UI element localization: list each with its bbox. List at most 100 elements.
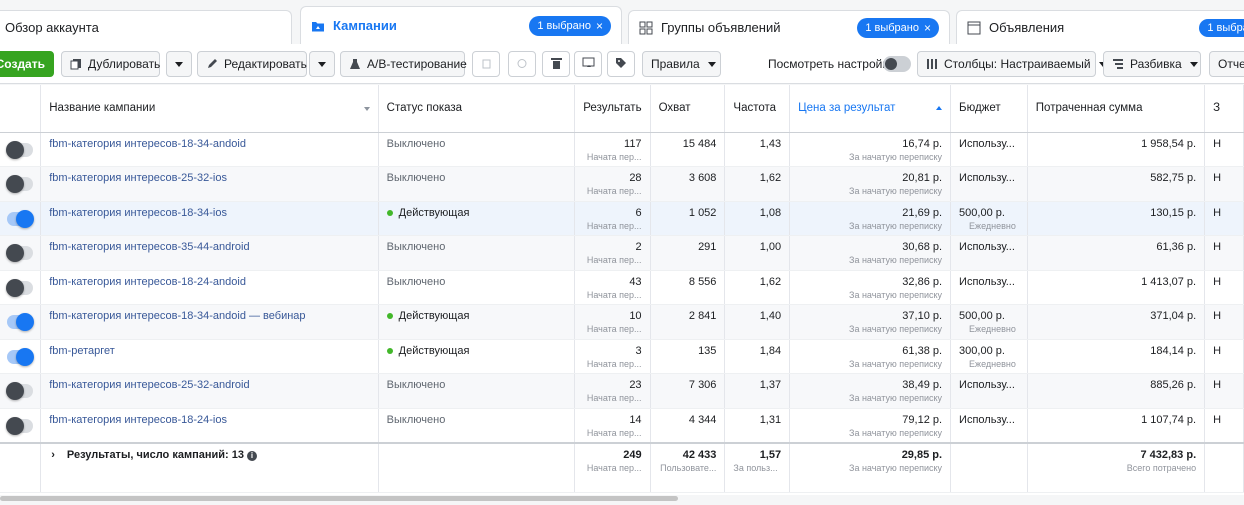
column-header-frequency[interactable]: Частота: [724, 85, 791, 133]
selected-pill[interactable]: 1 выбрано ×: [857, 17, 939, 38]
sort-ascending-icon[interactable]: [936, 106, 943, 111]
tab-account-overview[interactable]: Обзор аккаунта: [0, 10, 292, 44]
campaign-row[interactable]: fbm-категория интересов-35-44-android Вык…: [0, 235, 1244, 271]
horizontal-scrollbar[interactable]: [0, 496, 678, 501]
campaign-row[interactable]: fbm-категория интересов-25-32-android Вык…: [0, 373, 1244, 409]
results-cell: 10 Начата пер...: [574, 304, 651, 340]
column-header-reach[interactable]: Охват: [650, 85, 726, 133]
delivery-status: Выключено: [386, 172, 446, 184]
cost-value: 32,86 р.: [902, 275, 943, 288]
campaign-row[interactable]: fbm-ретаргет Действующая 3 Начата пер... 135…: [0, 339, 1244, 374]
campaign-name-link[interactable]: fbm-категория интересов-18-24-ios: [49, 414, 227, 426]
campaign-row[interactable]: fbm-категория интересов-18-34-andoid — в…: [0, 304, 1244, 340]
campaign-name-link[interactable]: fbm-категория интересов-18-34-ios: [49, 207, 227, 219]
campaign-name-link[interactable]: fbm-категория интересов-25-32-android: [49, 379, 249, 391]
pencil-icon: [206, 58, 218, 70]
campaign-row[interactable]: fbm-категория интересов-18-34-ios Действу…: [0, 201, 1244, 236]
extra-cell: Н: [1204, 339, 1244, 374]
campaign-toggle[interactable]: [6, 416, 34, 435]
extra-value: Н: [1213, 275, 1222, 288]
frequency-cell: 1,31: [724, 408, 791, 443]
breakdown-dropdown[interactable]: Разбивка: [1103, 51, 1201, 77]
frequency-value: 1,40: [759, 310, 782, 322]
cost-per-result-cell: 61,38 р. За начатую переписку: [789, 339, 952, 374]
ab-test-button[interactable]: A/B-тестирование: [340, 51, 467, 77]
results-value: 117: [624, 137, 642, 150]
columns-dropdown[interactable]: Столбцы: Настраиваемый: [917, 51, 1107, 77]
delete-disabled-button[interactable]: [472, 51, 500, 77]
campaign-name-link[interactable]: fbm-категория интересов-35-44-android: [49, 241, 249, 253]
tab-campaigns[interactable]: Кампании 1 выбрано ×: [300, 6, 622, 44]
column-header-cost-per-result[interactable]: Цена за результат: [789, 85, 952, 133]
edit-button[interactable]: Редактировать: [197, 51, 307, 77]
column-header-extra[interactable]: З: [1204, 85, 1244, 133]
edit-dropdown[interactable]: [309, 51, 335, 77]
frequency-cell: 1,00: [724, 235, 791, 271]
campaign-toggle[interactable]: [7, 347, 35, 366]
results-cell: 43 Начата пер...: [574, 270, 651, 305]
campaign-toggle[interactable]: [6, 244, 34, 263]
campaign-name-cell: fbm-категория интересов-18-24-ios: [40, 408, 379, 443]
campaign-name-link[interactable]: fbm-категория интересов-18-34-andoid — в…: [49, 310, 305, 322]
campaign-name-link[interactable]: fbm-категория интересов-25-32-ios: [49, 172, 227, 184]
column-header-name[interactable]: Название кампании: [40, 85, 379, 133]
selected-count: 1 выбрано: [537, 19, 591, 32]
campaign-toggle[interactable]: [6, 382, 34, 401]
tab-ads[interactable]: Объявления 1 выбрано: [956, 10, 1244, 44]
budget-cell: Использу...: [950, 270, 1028, 305]
tag-button[interactable]: [607, 51, 635, 77]
budget-cell: Использу...: [950, 132, 1028, 167]
tab-adsets[interactable]: Группы объявлений 1 выбрано ×: [628, 10, 950, 44]
column-header-amount-spent[interactable]: Потраченная сумма: [1027, 85, 1206, 133]
duplicate-dropdown[interactable]: [166, 51, 192, 77]
selected-pill[interactable]: 1 выбрано ×: [529, 15, 611, 36]
refresh-button[interactable]: [508, 51, 536, 77]
amount-spent-cell: 885,26 р.: [1027, 373, 1206, 409]
campaign-toggle[interactable]: [6, 140, 34, 159]
extra-cell: Н: [1204, 270, 1244, 305]
selected-pill[interactable]: 1 выбрано: [1199, 18, 1244, 37]
campaign-toggle[interactable]: [6, 278, 34, 297]
extra-value: Н: [1213, 241, 1222, 253]
results-type: Начата пер...: [586, 255, 642, 265]
duplicate-button[interactable]: Дублировать: [61, 51, 160, 77]
delivery-status: Выключено: [386, 413, 446, 426]
reports-dropdown[interactable]: Отчет: [1209, 51, 1244, 77]
budget-value: Использу...: [959, 172, 1015, 184]
results-value: 28: [629, 172, 642, 184]
campaign-name-link[interactable]: fbm-категория интересов-18-24-andoid: [49, 276, 246, 288]
create-button[interactable]: Создать: [0, 51, 54, 77]
campaign-name-link[interactable]: fbm-категория интересов-18-34-andoid: [49, 138, 246, 150]
column-header-label: Цена за результат: [798, 102, 896, 115]
campaign-toggle[interactable]: [7, 209, 35, 228]
chevron-right-icon[interactable]: ›: [51, 449, 55, 461]
info-icon[interactable]: i: [247, 450, 258, 461]
view-settings-toggle[interactable]: [883, 56, 911, 72]
campaign-name-link[interactable]: fbm-ретаргет: [49, 345, 115, 357]
campaign-row[interactable]: fbm-категория интересов-18-24-ios Выключе…: [0, 408, 1244, 443]
reach-cell: 7 306: [650, 373, 726, 409]
close-icon[interactable]: ×: [596, 19, 603, 33]
close-icon[interactable]: ×: [924, 21, 931, 35]
reach-value: 1 052: [688, 206, 717, 219]
campaign-row[interactable]: fbm-категория интересов-25-32-ios Выключе…: [0, 166, 1244, 202]
rules-dropdown[interactable]: Правила: [642, 51, 721, 77]
preview-button[interactable]: [574, 51, 602, 77]
campaign-row[interactable]: fbm-категория интересов-18-24-andoid Выкл…: [0, 270, 1244, 305]
column-header-label: Охват: [658, 102, 691, 115]
campaign-row[interactable]: fbm-категория интересов-18-34-andoid Выкл…: [0, 132, 1244, 167]
campaign-status-cell: Действующая: [378, 304, 576, 340]
delete-button[interactable]: [542, 51, 570, 77]
power-icon: [516, 57, 528, 72]
budget-value: Использу...: [959, 137, 1015, 150]
column-header-results[interactable]: Результать: [574, 85, 651, 133]
sort-icon[interactable]: [363, 107, 370, 112]
reach-cell: 2 841: [650, 304, 726, 340]
campaign-toggle[interactable]: [6, 175, 34, 194]
column-header-status[interactable]: Статус показа: [378, 85, 576, 133]
cost-per-result-cell: 21,69 р. За начатую переписку: [789, 201, 952, 236]
column-header-budget[interactable]: Бюджет: [950, 85, 1028, 133]
cost-per-result-cell: 20,81 р. За начатую переписку: [789, 166, 952, 202]
folder-icon: [311, 19, 325, 33]
campaign-toggle[interactable]: [7, 313, 35, 332]
